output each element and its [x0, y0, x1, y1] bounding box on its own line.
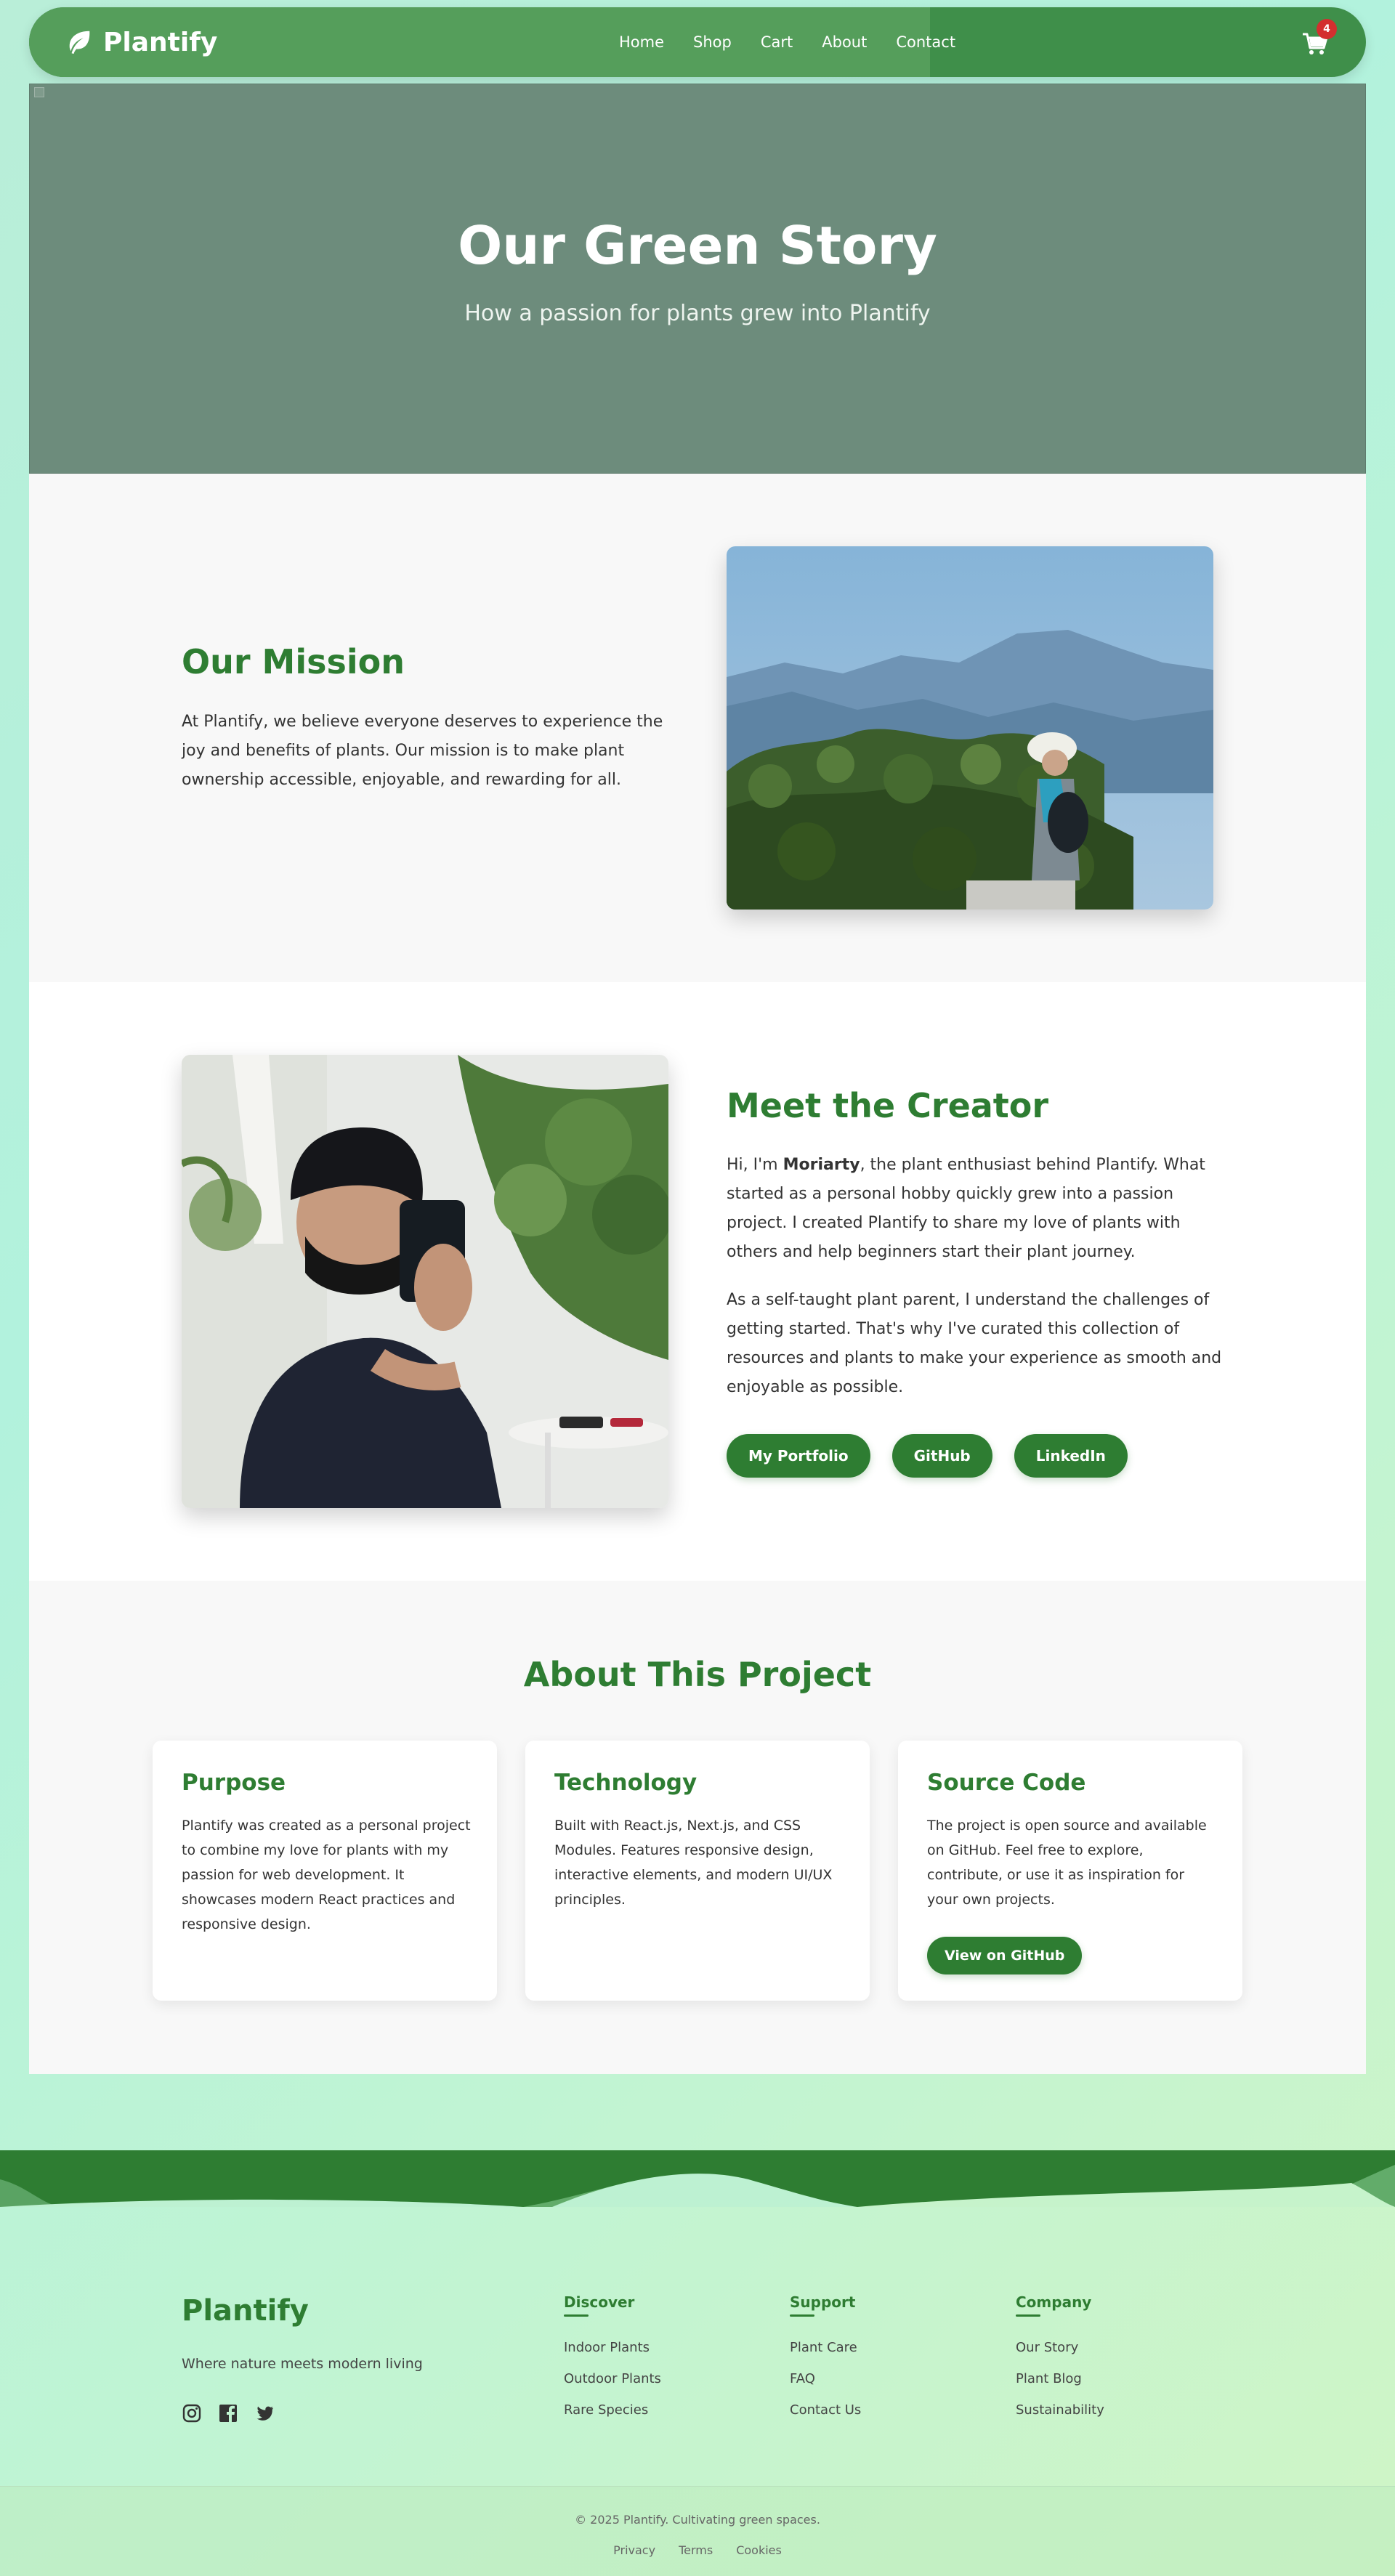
footer-link-our-story[interactable]: Our Story [1016, 2340, 1078, 2355]
footer-link-outdoor-plants[interactable]: Outdoor Plants [564, 2371, 661, 2386]
footer-wave [0, 2150, 1395, 2207]
legal-links: Privacy Terms Cookies [0, 2543, 1395, 2557]
nav-link-contact[interactable]: Contact [896, 33, 955, 51]
creator-photo [182, 1055, 668, 1508]
footer-column-support: Support Plant Care FAQ Contact Us [790, 2293, 861, 2434]
mission-title: Our Mission [182, 642, 405, 681]
nav-link-home[interactable]: Home [619, 33, 664, 51]
mission-photo [727, 546, 1213, 910]
card-title: Purpose [182, 1770, 286, 1796]
footer-brand: Plantify [182, 2294, 309, 2328]
hero-banner: Our Green Story How a passion for plants… [29, 84, 1366, 474]
card-text: Built with React.js, Next.js, and CSS Mo… [554, 1818, 833, 1908]
footer-tagline: Where nature meets modern living [182, 2356, 423, 2372]
copyright-text: © 2025 Plantify. Cultivating green space… [575, 2513, 820, 2527]
footer-column-title: Company [1016, 2293, 1104, 2317]
source-code-card: Source Code The project is open source a… [898, 1741, 1242, 2001]
leaf-icon [69, 31, 90, 54]
creator-title: Meet the Creator [727, 1086, 1049, 1125]
facebook-icon [219, 2405, 237, 2422]
terms-link[interactable]: Terms [679, 2543, 713, 2557]
footer-link-indoor-plants[interactable]: Indoor Plants [564, 2340, 650, 2355]
navbar: Plantify Home Shop Cart About Contact 4 [29, 7, 1366, 77]
footer-column-title: Support [790, 2293, 861, 2317]
nav-link-about[interactable]: About [822, 33, 867, 51]
creator-intro: Hi, I'm Moriarty, the plant enthusiast b… [727, 1151, 1228, 1267]
footer-link-plant-care[interactable]: Plant Care [790, 2340, 857, 2355]
social-links [182, 2403, 275, 2426]
linkedin-button[interactable]: LinkedIn [1014, 1434, 1128, 1478]
footer-column-discover: Discover Indoor Plants Outdoor Plants Ra… [564, 2293, 661, 2434]
footer-link-sustainability[interactable]: Sustainability [1016, 2402, 1104, 2418]
purpose-card: Purpose Plantify was created as a person… [153, 1741, 497, 2001]
cart-count-badge: 4 [1317, 19, 1337, 39]
github-button[interactable]: GitHub [891, 1434, 992, 1478]
creator-story: As a self-taught plant parent, I underst… [727, 1291, 1222, 1396]
view-on-github-button[interactable]: View on GitHub [927, 1937, 1083, 1974]
twitter-icon [256, 2406, 273, 2421]
project-title: About This Project [523, 1655, 872, 1694]
footer-column-company: Company Our Story Plant Blog Sustainabil… [1016, 2293, 1104, 2434]
portfolio-button[interactable]: My Portfolio [727, 1434, 870, 1478]
card-text: Plantify was created as a personal proje… [182, 1818, 471, 1932]
privacy-link[interactable]: Privacy [613, 2543, 655, 2557]
mission-section: Our Mission At Plantify, we believe ever… [29, 474, 1366, 982]
nav-link-cart[interactable]: Cart [761, 33, 793, 51]
twitter-link[interactable] [254, 2403, 275, 2426]
footer-link-contact-us[interactable]: Contact Us [790, 2402, 861, 2418]
footer-link-rare-species[interactable]: Rare Species [564, 2402, 648, 2418]
creator-intro-lead: Hi, I'm [727, 1156, 783, 1174]
card-text: The project is open source and available… [927, 1818, 1207, 1908]
instagram-link[interactable] [182, 2403, 202, 2426]
brand-logo-link[interactable]: Plantify [65, 7, 217, 77]
creator-links: My Portfolio GitHub LinkedIn [727, 1434, 1128, 1478]
hero-background-image [34, 87, 44, 97]
mission-text: At Plantify, we believe everyone deserve… [182, 713, 663, 789]
footer-link-faq[interactable]: FAQ [790, 2371, 815, 2386]
technology-card: Technology Built with React.js, Next.js,… [525, 1741, 870, 2001]
card-title: Source Code [927, 1770, 1086, 1796]
hero-subtitle: How a passion for plants grew into Plant… [464, 301, 931, 326]
creator-name: Moriarty [783, 1156, 860, 1174]
footer-column-title: Discover [564, 2293, 661, 2317]
cookies-link[interactable]: Cookies [736, 2543, 782, 2557]
hero-title: Our Green Story [458, 215, 937, 276]
creator-section: Meet the Creator Hi, I'm Moriarty, the p… [29, 982, 1366, 1581]
card-title: Technology [554, 1770, 698, 1796]
nav-links: Home Shop Cart About Contact [619, 7, 984, 77]
footer-bottom-bar: © 2025 Plantify. Cultivating green space… [0, 2486, 1395, 2576]
brand-name: Plantify [103, 27, 218, 57]
project-section: About This Project Purpose Plantify was … [29, 1581, 1366, 2074]
instagram-icon [182, 2404, 201, 2423]
nav-link-shop[interactable]: Shop [693, 33, 732, 51]
footer-link-plant-blog[interactable]: Plant Blog [1016, 2371, 1082, 2386]
facebook-link[interactable] [218, 2403, 238, 2426]
